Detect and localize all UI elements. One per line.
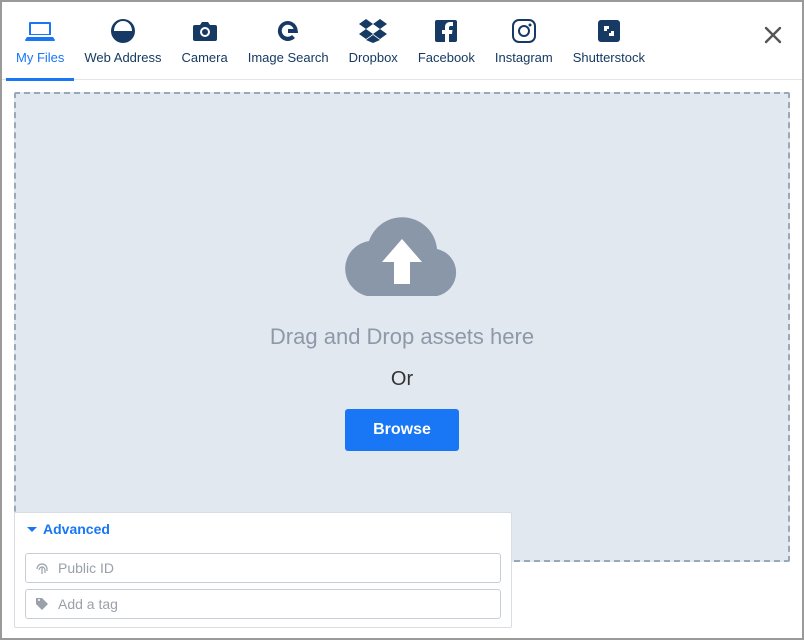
public-id-field-wrap: [25, 553, 501, 583]
chevron-down-icon: [25, 522, 39, 536]
tab-label: Instagram: [495, 50, 553, 65]
tab-label: Dropbox: [349, 50, 398, 65]
close-button[interactable]: [760, 22, 786, 48]
source-tabs: My Files Web Address Camera Image Search…: [2, 2, 802, 80]
tab-label: Image Search: [248, 50, 329, 65]
laptop-icon: [25, 14, 55, 48]
camera-icon: [191, 14, 219, 48]
add-tag-input[interactable]: [58, 596, 492, 612]
tab-label: Camera: [181, 50, 227, 65]
tab-facebook[interactable]: Facebook: [408, 2, 485, 80]
cloud-upload-icon: [337, 204, 467, 304]
tab-label: Web Address: [84, 50, 161, 65]
fingerprint-icon: [34, 560, 50, 576]
tab-instagram[interactable]: Instagram: [485, 2, 563, 80]
tab-web-address[interactable]: Web Address: [74, 2, 171, 80]
tab-dropbox[interactable]: Dropbox: [339, 2, 408, 80]
instagram-icon: [512, 14, 536, 48]
tag-field-wrap: [25, 589, 501, 619]
drag-drop-text: Drag and Drop assets here: [270, 324, 534, 350]
tab-shutterstock[interactable]: Shutterstock: [563, 2, 655, 80]
tab-camera[interactable]: Camera: [171, 2, 237, 80]
tab-label: My Files: [16, 50, 64, 65]
or-text: Or: [391, 368, 413, 391]
tab-image-search[interactable]: Image Search: [238, 2, 339, 80]
tab-label: Shutterstock: [573, 50, 645, 65]
browse-button[interactable]: Browse: [345, 409, 459, 451]
public-id-input[interactable]: [58, 560, 492, 576]
dropbox-icon: [359, 14, 387, 48]
dropzone[interactable]: Drag and Drop assets here Or Browse: [14, 92, 790, 562]
tab-label: Facebook: [418, 50, 475, 65]
advanced-label: Advanced: [43, 521, 110, 537]
close-icon: [763, 25, 783, 45]
tag-icon: [34, 596, 50, 612]
tab-my-files[interactable]: My Files: [6, 2, 74, 80]
advanced-toggle[interactable]: Advanced: [15, 513, 511, 547]
shutterstock-icon: [598, 14, 620, 48]
google-icon: [276, 14, 300, 48]
advanced-panel: Advanced: [14, 512, 512, 628]
globe-icon: [110, 14, 136, 48]
main-panel: Drag and Drop assets here Or Browse Adva…: [2, 80, 802, 638]
facebook-icon: [435, 14, 457, 48]
